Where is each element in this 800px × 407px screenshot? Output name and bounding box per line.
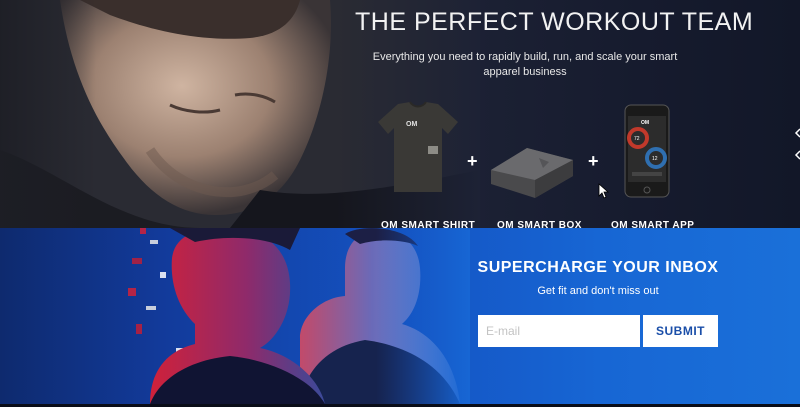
app-value-1: 72 [634, 136, 640, 142]
shirt-logo: OM [406, 121, 417, 128]
smart-box-image[interactable] [487, 140, 577, 200]
smart-app-phone-image[interactable]: OM 72 12 [624, 104, 670, 198]
submit-button[interactable]: SUBMIT [643, 315, 718, 347]
newsletter-subtitle: Get fit and don't miss out [537, 285, 659, 297]
mouse-cursor-icon [598, 183, 610, 199]
smart-app-label[interactable]: OM SMART APP [611, 220, 694, 228]
smart-shirt-image[interactable]: OM [376, 100, 460, 194]
email-input[interactable] [478, 315, 640, 347]
hero-section: THE PERFECT WORKOUT TEAM Everything you … [0, 0, 800, 228]
newsletter-title: SUPERCHARGE YOUR INBOX [477, 259, 719, 276]
app-logo: OM [641, 120, 649, 126]
hero-title: THE PERFECT WORKOUT TEAM [355, 8, 754, 36]
plus-sign: + [588, 151, 599, 171]
smart-shirt-label[interactable]: OM SMART SHIRT [381, 220, 475, 228]
app-value-2: 12 [652, 156, 658, 162]
carousel-arrow-icon[interactable] [793, 125, 800, 165]
plus-sign: + [467, 151, 478, 171]
smart-box-label[interactable]: OM SMART BOX [497, 220, 582, 228]
hero-subtitle: Everything you need to rapidly build, ru… [372, 51, 678, 78]
newsletter-models-photo [0, 228, 470, 404]
newsletter-section: SUPERCHARGE YOUR INBOX Get fit and don't… [0, 228, 800, 404]
